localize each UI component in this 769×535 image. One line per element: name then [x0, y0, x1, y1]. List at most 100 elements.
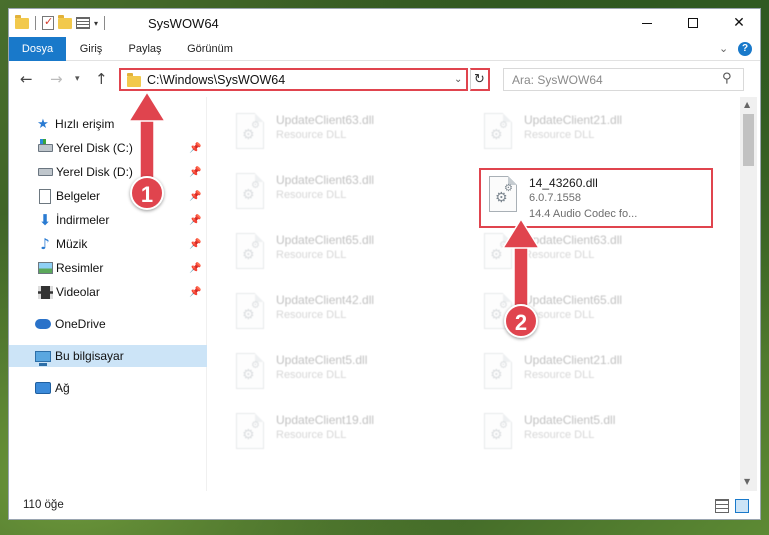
sidebar-item-label: Ağ [55, 381, 70, 395]
help-button[interactable]: ? [738, 42, 752, 56]
sidebar-item-downloads[interactable]: ⬇ İndirmeler 📌 [9, 209, 207, 231]
file-name: UpdateClient21.dll [524, 353, 623, 367]
file-name: UpdateClient5.dll [276, 353, 368, 367]
sidebar-item-label: Videolar [56, 285, 100, 299]
navigation-bar: ← → ▾ ↑ C:\Windows\SysWOW64 ⌄ ↻ Ara: Sys… [9, 61, 760, 97]
item-count: 110 öğe [23, 499, 64, 511]
sidebar-item-label: İndirmeler [56, 213, 110, 227]
pin-icon[interactable]: 📌 [189, 191, 201, 202]
sidebar-item-onedrive[interactable]: OneDrive [9, 313, 207, 335]
file-name: UpdateClient21.dll [524, 113, 623, 127]
file-item[interactable]: ⚙ ⚙ UpdateClient21.dll Resource DLL [476, 107, 706, 159]
file-item-highlighted[interactable]: ⚙ ⚙ 14_43260.dll 6.0.7.1558 14.4 Audio Co… [479, 168, 713, 228]
back-arrow-icon[interactable]: ← [20, 70, 33, 88]
dll-file-icon: ⚙ ⚙ [234, 233, 268, 273]
pin-icon[interactable]: 📌 [189, 167, 201, 178]
file-item[interactable]: ⚙ ⚙ UpdateClient19.dll Resource DLL [228, 407, 458, 459]
file-version: 6.0.7.1558 [529, 192, 581, 204]
large-icons-view-icon[interactable] [735, 499, 749, 513]
properties-check-icon[interactable] [42, 15, 54, 30]
file-item[interactable]: ⚙ ⚙ UpdateClient5.dll Resource DLL [228, 347, 458, 399]
sidebar-item-label: Müzik [56, 237, 88, 251]
drive-icon [37, 164, 53, 180]
close-button[interactable]: ✕ [716, 9, 760, 37]
sidebar-item-label: OneDrive [55, 317, 106, 331]
forward-arrow-icon[interactable]: → [50, 70, 63, 88]
tab-view[interactable]: Görünüm [174, 37, 246, 61]
sidebar-item-this-pc[interactable]: Bu bilgisayar [9, 345, 207, 367]
scroll-down-icon[interactable]: ▼ [744, 477, 750, 486]
properties-icon[interactable] [76, 17, 90, 29]
dll-file-icon: ⚙ ⚙ [234, 413, 268, 453]
sidebar-item-documents[interactable]: Belgeler 📌 [9, 185, 207, 207]
tab-file[interactable]: Dosya [9, 37, 66, 61]
sidebar-item-music[interactable]: ♪ Müzik 📌 [9, 233, 207, 255]
sidebar-item-label: Resimler [56, 261, 104, 275]
vertical-scrollbar[interactable]: ▲ ▼ [740, 97, 757, 491]
minimize-icon [642, 22, 652, 24]
search-placeholder: Ara: SysWOW64 [512, 73, 603, 87]
details-view-icon[interactable] [715, 499, 729, 513]
sidebar-item-network[interactable]: Ağ [9, 377, 207, 399]
pin-icon[interactable]: 📌 [189, 215, 201, 226]
file-description: Resource DLL [276, 309, 347, 321]
file-item[interactable]: ⚙ ⚙ UpdateClient42.dll Resource DLL [228, 287, 458, 339]
up-arrow-icon[interactable]: ↑ [95, 70, 108, 88]
file-item[interactable]: ⚙ ⚙ UpdateClient63.dll Resource DLL [228, 167, 458, 219]
chevron-down-icon[interactable]: ▾ [94, 19, 98, 28]
scrollbar-thumb[interactable] [743, 114, 754, 166]
maximize-button[interactable] [670, 9, 716, 37]
sidebar-item-videos[interactable]: Videolar 📌 [9, 281, 207, 303]
tab-home[interactable]: Giriş [66, 37, 116, 61]
document-icon [37, 188, 53, 204]
search-icon[interactable]: ⚲ [722, 71, 732, 86]
file-description: Resource DLL [276, 129, 347, 141]
search-input[interactable]: Ara: SysWOW64 ⚲ [503, 68, 744, 91]
file-description: Resource DLL [524, 129, 595, 141]
drive-icon [37, 139, 53, 156]
sidebar-item-quick-access[interactable]: ★ Hızlı erişim [9, 113, 207, 135]
refresh-icon: ↻ [474, 72, 485, 87]
file-item[interactable]: ⚙ ⚙ UpdateClient5.dll Resource DLL [476, 407, 706, 459]
dll-file-icon: ⚙ ⚙ [234, 173, 268, 213]
file-item[interactable]: ⚙ ⚙ UpdateClient63.dll Resource DLL [228, 107, 458, 159]
file-item[interactable]: ⚙ ⚙ UpdateClient21.dll Resource DLL [476, 347, 706, 399]
navigation-pane: ★ Hızlı erişim Yerel Disk (C:) 📌 Yerel D… [9, 97, 207, 491]
chevron-down-icon[interactable]: ⌄ [454, 74, 462, 85]
dll-file-icon: ⚙ ⚙ [487, 176, 521, 216]
recent-locations-chevron-icon[interactable]: ▾ [75, 74, 80, 84]
pin-icon[interactable]: 📌 [189, 143, 201, 154]
address-path[interactable]: C:\Windows\SysWOW64 [147, 73, 285, 87]
sidebar-item-local-disk-c[interactable]: Yerel Disk (C:) 📌 [9, 137, 207, 159]
file-item[interactable]: ⚙ ⚙ UpdateClient63.dll Resource DLL [476, 227, 706, 279]
address-bar[interactable]: C:\Windows\SysWOW64 ⌄ [119, 68, 468, 91]
minimize-button[interactable] [624, 9, 670, 37]
expand-ribbon-icon[interactable]: ⌄ [719, 42, 728, 55]
new-folder-icon[interactable] [58, 14, 72, 29]
callout-badge-1: 1 [130, 176, 164, 210]
tab-share[interactable]: Paylaş [116, 37, 174, 61]
sidebar-item-pictures[interactable]: Resimler 📌 [9, 257, 207, 279]
folder-icon [127, 73, 141, 87]
pin-icon[interactable]: 📌 [189, 263, 201, 274]
maximize-icon [688, 18, 698, 28]
sidebar-item-local-disk-d[interactable]: Yerel Disk (D:) 📌 [9, 161, 207, 183]
refresh-button[interactable]: ↻ [470, 68, 490, 91]
file-item[interactable]: ⚙ ⚙ UpdateClient65.dll Resource DLL [228, 227, 458, 279]
scroll-up-icon[interactable]: ▲ [744, 100, 750, 109]
pin-icon[interactable]: 📌 [189, 239, 201, 250]
network-icon [35, 380, 51, 396]
file-name: UpdateClient65.dll [276, 233, 375, 247]
music-icon: ♪ [40, 235, 50, 253]
toolbar-separator [35, 16, 36, 30]
star-icon: ★ [37, 116, 49, 132]
file-name: UpdateClient63.dll [524, 233, 623, 247]
file-description: Resource DLL [524, 249, 595, 261]
file-description: Resource DLL [524, 429, 595, 441]
file-name: UpdateClient19.dll [276, 413, 375, 427]
window-title: SysWOW64 [148, 16, 219, 31]
file-description: Resource DLL [276, 249, 347, 261]
pin-icon[interactable]: 📌 [189, 287, 201, 298]
file-name: UpdateClient42.dll [276, 293, 375, 307]
cloud-icon [35, 316, 51, 332]
